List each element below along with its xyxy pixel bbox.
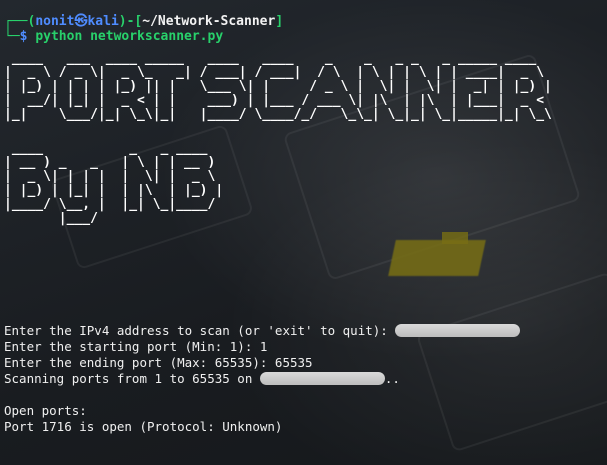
prompt-command-line: └─$ python networkscanner.py — [4, 29, 224, 44]
open-port-result: Port 1716 is open (Protocol: Unknown) — [4, 419, 283, 434]
command-text: python networkscanner.py — [35, 29, 224, 44]
ipv4-prompt: Enter the IPv4 address to scan (or 'exit… — [4, 323, 396, 338]
scanning-suffix: .. — [384, 371, 400, 386]
ipv4-prompt-line: Enter the IPv4 address to scan (or 'exit… — [4, 323, 521, 339]
open-ports-header: Open ports: — [4, 403, 87, 418]
end-port-line: Enter the ending port (Max: 65535): 6553… — [4, 355, 313, 370]
scanning-prefix: Scanning ports from 1 to 65535 on — [4, 371, 260, 386]
redacted-ip — [395, 324, 521, 337]
program-output: Enter the IPv4 address to scan (or 'exit… — [4, 323, 521, 435]
redacted-target-ip — [259, 372, 385, 385]
ascii-banner-by-nb: ____ _ _ ____ | __ ) _ _ | \ | | __ ) | … — [4, 141, 224, 226]
scanning-line: Scanning ports from 1 to 65535 on .. — [4, 371, 520, 387]
ascii-banner-port-scanner: ____ ___ ____ _____ ____ ____ _ _ _ _ _ … — [4, 51, 552, 122]
prompt-user: nonit — [35, 14, 75, 29]
start-port-line: Enter the starting port (Min: 1): 1 — [4, 339, 268, 354]
prompt-host: kali — [87, 14, 119, 29]
prompt-header: ┌──(nonit㉿kali)-[~/Network-Scanner] — [4, 14, 284, 29]
prompt-cwd: ~/Network-Scanner — [142, 14, 276, 29]
